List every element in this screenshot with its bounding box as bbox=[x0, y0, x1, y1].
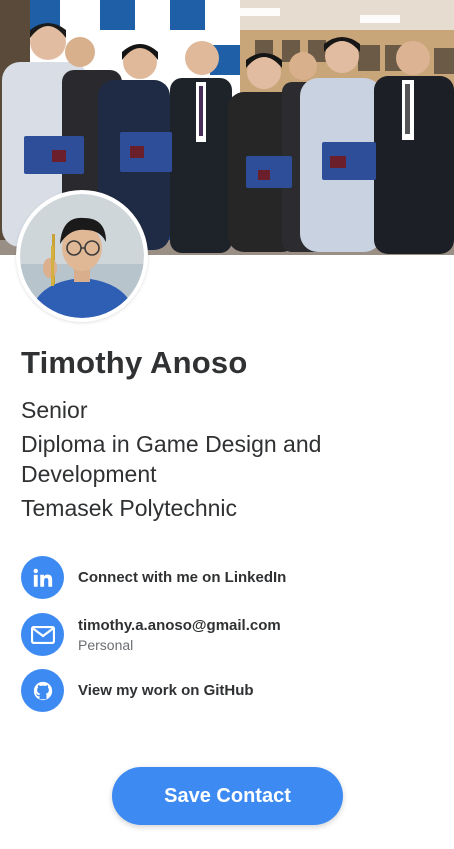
profile-info: Senior Diploma in Game Design and Develo… bbox=[21, 395, 441, 527]
contact-card-page: Timothy Anoso Senior Diploma in Game Des… bbox=[0, 0, 454, 849]
email-type-label: Personal bbox=[78, 636, 134, 653]
envelope-icon bbox=[21, 613, 64, 656]
linkedin-contact[interactable]: Connect with me on LinkedIn bbox=[21, 556, 441, 599]
linkedin-label: Connect with me on LinkedIn bbox=[78, 569, 287, 586]
github-contact[interactable]: View my work on GitHub bbox=[21, 669, 441, 712]
email-address: timothy.a.anoso@gmail.com bbox=[78, 616, 281, 634]
department: Diploma in Game Design and Development bbox=[21, 431, 322, 487]
save-contact-button[interactable]: Save Contact bbox=[112, 767, 343, 825]
email-contact[interactable]: timothy.a.anoso@gmail.com Personal bbox=[21, 613, 441, 656]
avatar bbox=[16, 190, 148, 322]
organization: Temasek Polytechnic bbox=[21, 495, 238, 521]
job-title: Senior bbox=[21, 397, 88, 423]
github-label: View my work on GitHub bbox=[78, 682, 254, 699]
github-icon bbox=[21, 669, 64, 712]
profile-name: Timothy Anoso bbox=[21, 345, 248, 380]
linkedin-icon bbox=[21, 556, 64, 599]
